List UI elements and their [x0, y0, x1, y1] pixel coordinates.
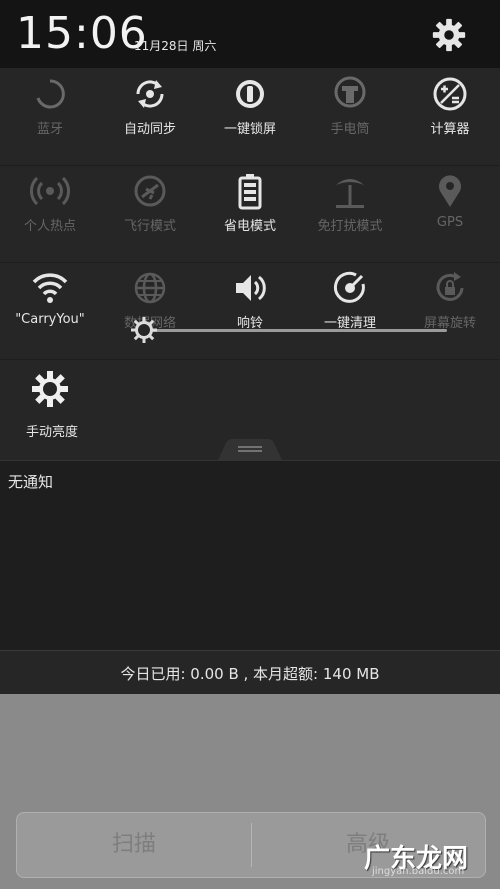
toggle-label: "CarryYou"	[15, 312, 85, 327]
toggle-label: 个人热点	[23, 219, 76, 234]
sync-icon	[136, 80, 164, 108]
hotspot-icon	[30, 176, 70, 206]
wifi-icon	[32, 273, 68, 303]
toggle-label: 手电筒	[330, 122, 370, 137]
toggle-label: 飞行模式	[123, 219, 176, 234]
toggle-auto-sync[interactable]: 自动同步	[100, 68, 200, 165]
toggle-label: 自动同步	[123, 122, 176, 137]
globe-icon	[134, 272, 166, 304]
notification-list	[0, 500, 500, 650]
data-usage-text: 今日已用: 0.00 B , 本月超额: 140 MB	[120, 665, 380, 683]
brightness-slider-thumb[interactable]	[130, 316, 158, 344]
airplane-icon	[134, 175, 166, 207]
bluetooth-loading-icon	[36, 79, 65, 109]
toggle-lock-screen[interactable]: 一键锁屏	[200, 68, 300, 165]
calculator-icon	[433, 77, 467, 111]
toggle-label: 蓝牙	[36, 122, 63, 137]
gps-icon	[439, 175, 461, 207]
speaker-icon	[236, 275, 266, 301]
date-label: 11月28日 周六	[134, 39, 217, 53]
cleanup-icon	[333, 271, 365, 303]
toggle-bluetooth[interactable]: 蓝牙	[0, 68, 100, 165]
quick-settings-panel: 蓝牙 自动同步 一键锁屏 手电筒 计算器 个人热点 飞行模式 省电模式 免打扰模…	[0, 68, 500, 460]
toggle-flashlight[interactable]: 手电筒	[300, 68, 400, 165]
data-usage-bar[interactable]: 今日已用: 0.00 B , 本月超额: 140 MB	[0, 650, 500, 695]
toggle-label: 计算器	[430, 122, 470, 137]
brightness-sun-icon[interactable]	[30, 369, 70, 409]
toggle-do-not-disturb[interactable]: 免打扰模式	[300, 165, 400, 262]
toggle-rotation[interactable]: 屏幕旋转	[400, 262, 500, 359]
toggle-row-2: 个人热点 飞行模式 省电模式 免打扰模式 GPS	[0, 165, 500, 263]
scan-button[interactable]: 扫描	[17, 813, 251, 877]
panel-collapse-handle[interactable]	[218, 437, 282, 460]
rotation-lock-icon	[436, 272, 464, 301]
toggle-label: GPS	[436, 215, 464, 230]
toggle-hotspot[interactable]: 个人热点	[0, 165, 100, 262]
no-notifications-label: 无通知	[8, 473, 54, 491]
toggle-power-saving[interactable]: 省电模式	[200, 165, 300, 262]
flashlight-icon	[334, 76, 366, 108]
toggle-calculator[interactable]: 计算器	[400, 68, 500, 165]
toggle-airplane[interactable]: 飞行模式	[100, 165, 200, 262]
toggle-label: 免打扰模式	[317, 219, 383, 234]
do-not-disturb-icon	[336, 179, 364, 208]
toggle-row-1: 蓝牙 自动同步 一键锁屏 手电筒 计算器	[0, 68, 500, 166]
notification-header: 无通知	[0, 460, 500, 502]
toggle-ringer[interactable]: 响铃	[200, 262, 300, 359]
toggle-label: 省电模式	[223, 219, 276, 234]
toggle-gps[interactable]: GPS	[400, 165, 500, 262]
status-bar: 15:06 11月28日 周六	[0, 0, 500, 68]
toggle-cleanup[interactable]: 一键清理	[300, 262, 400, 359]
toggle-wifi[interactable]: "CarryYou"	[0, 262, 100, 359]
brightness-slider-track[interactable]	[145, 329, 447, 332]
battery-icon	[238, 174, 262, 210]
settings-gear-icon[interactable]	[430, 16, 468, 54]
toggle-row-3: "CarryYou" 数据网络 响铃	[0, 262, 500, 360]
lock-screen-icon	[236, 80, 264, 108]
toggle-mobile-data[interactable]: 数据网络	[100, 262, 200, 359]
clock: 15:06	[16, 8, 148, 59]
brightness-label: 手动亮度	[25, 425, 78, 440]
watermark-url: jingyan.baidu.com	[372, 866, 465, 877]
toggle-label: 一键锁屏	[223, 122, 276, 137]
